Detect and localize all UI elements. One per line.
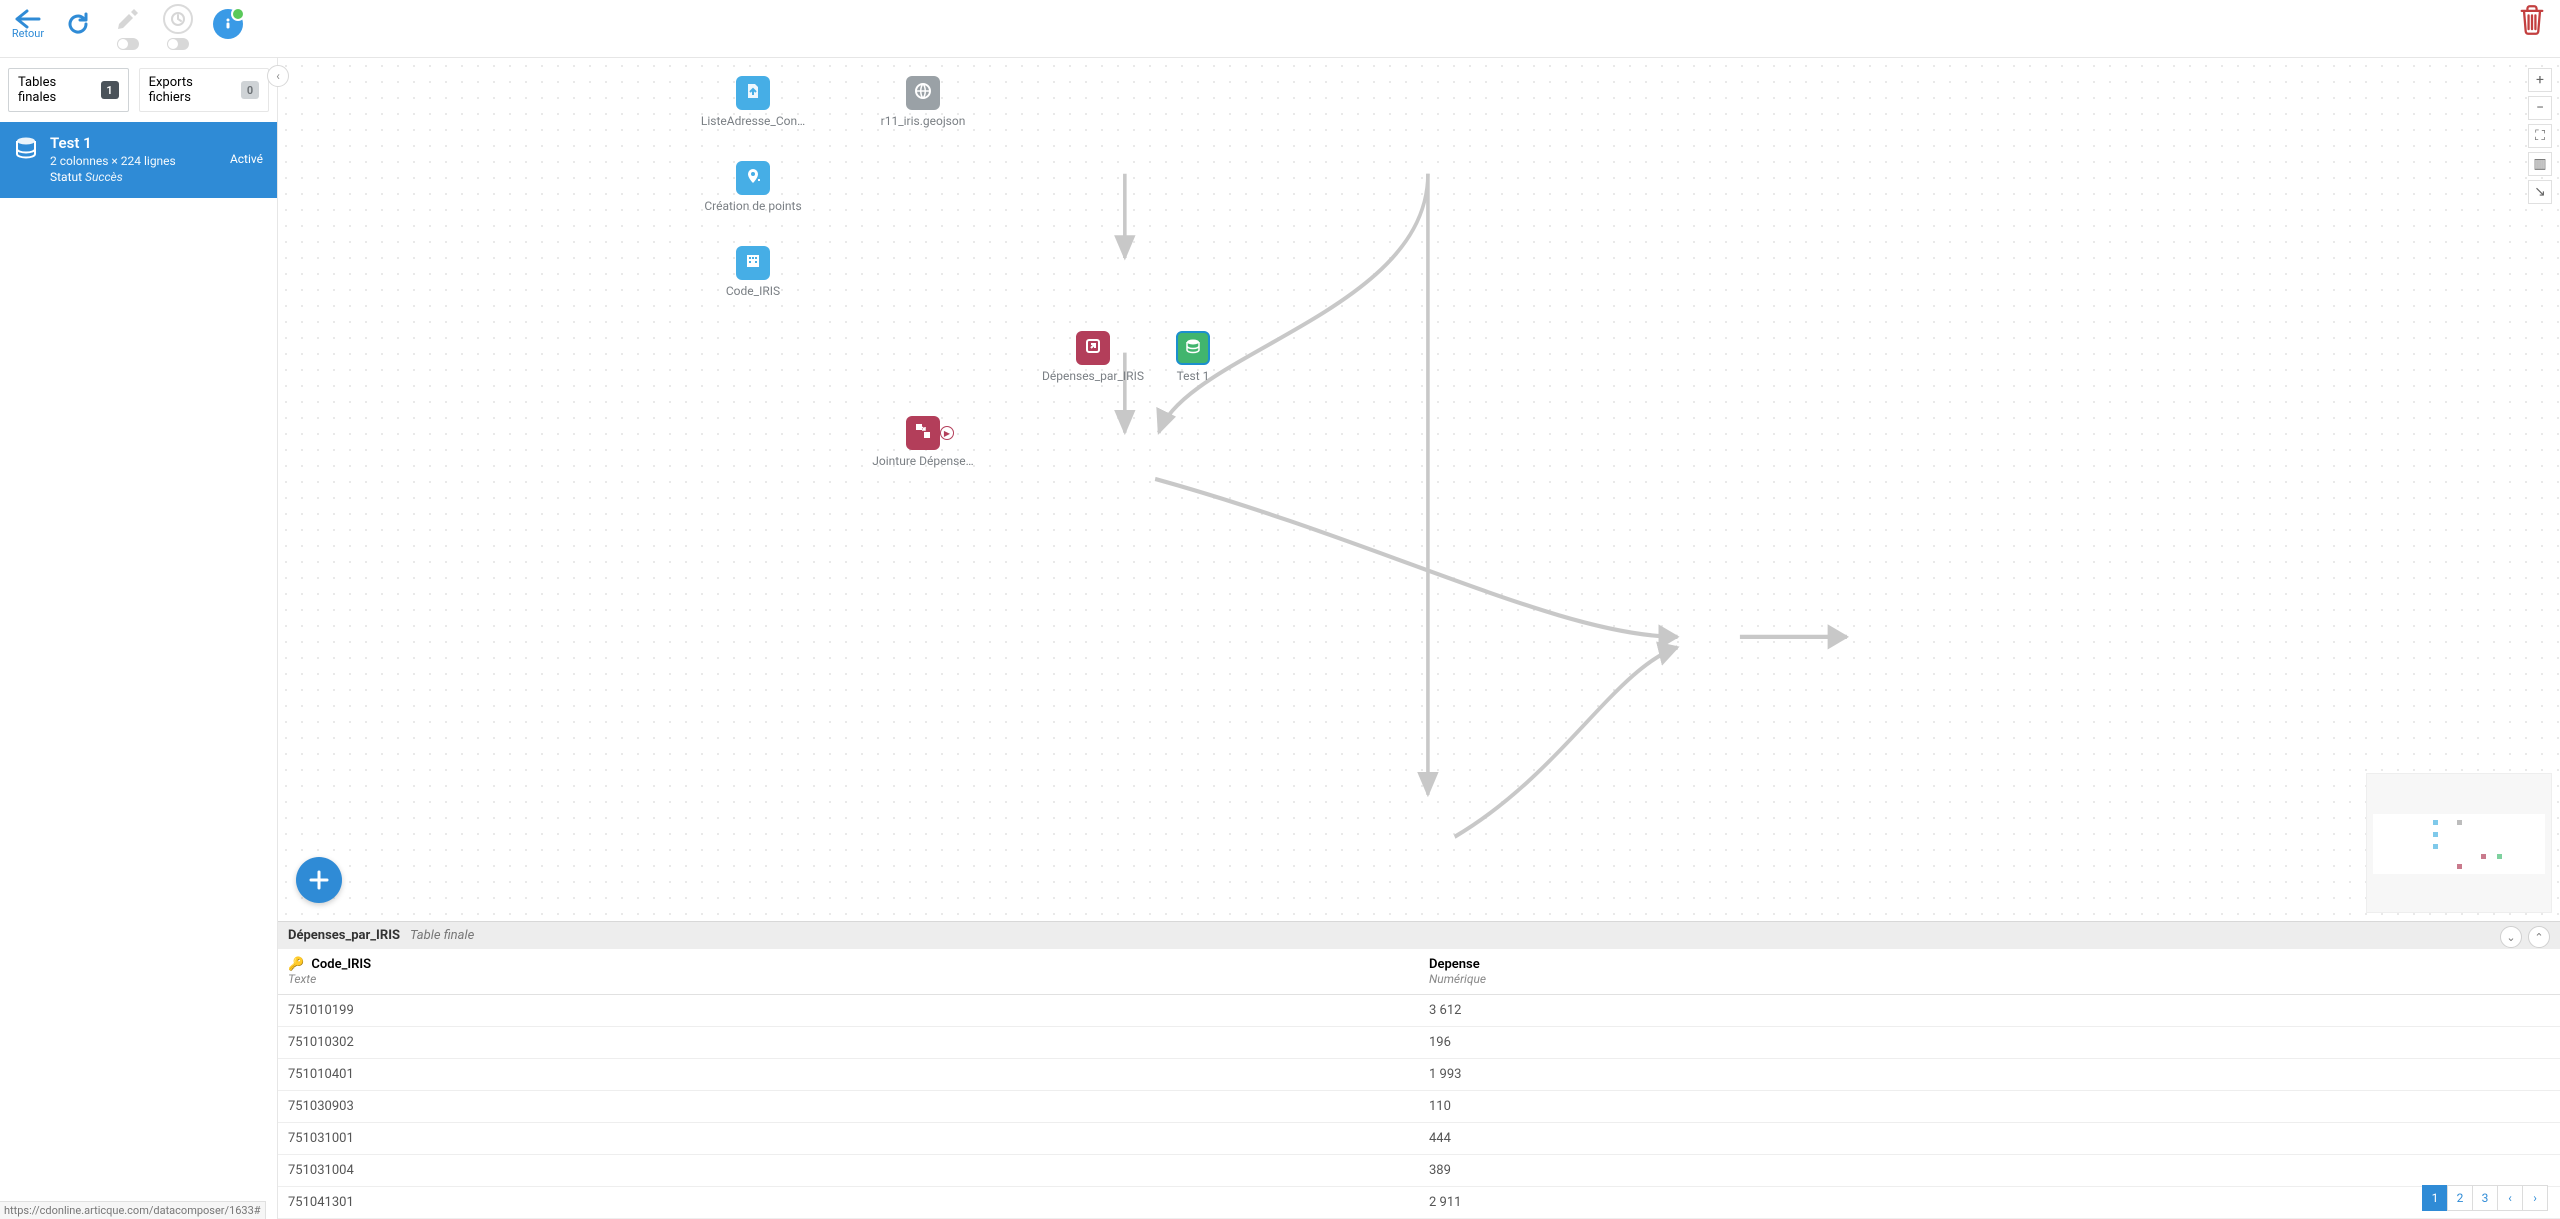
status-url: https://cdonline.articque.com/datacompos… [0, 1201, 266, 1219]
col-depense-name: Depense [1429, 957, 1480, 972]
page-3-button[interactable]: 3 [2472, 1185, 2498, 1211]
cell-depense: 196 [1419, 1027, 2560, 1059]
database-icon [12, 134, 40, 162]
cell-depense: 3 612 [1419, 995, 2560, 1027]
export-icon [1084, 337, 1102, 359]
info-icon [213, 9, 243, 39]
tab-exports-fichiers-count: 0 [241, 81, 259, 99]
cell-code-iris: 751010401 [278, 1059, 1419, 1091]
back-button[interactable]: Retour [8, 4, 48, 44]
node-test1-label: Test 1 [1123, 369, 1263, 383]
zoom-in-button[interactable]: + [2528, 68, 2552, 92]
page-next-button[interactable]: › [2522, 1185, 2548, 1211]
fullscreen-button[interactable]: ⛶ [2528, 124, 2552, 148]
play-icon[interactable]: ▶ [940, 426, 954, 440]
sidebar: Tables finales 1 Exports fichiers 0 Test… [0, 58, 278, 1219]
node-r11-iris[interactable] [906, 76, 940, 110]
table-row[interactable]: 751010302196 [278, 1027, 2560, 1059]
cell-depense: 1 993 [1419, 1059, 2560, 1091]
page-1-button[interactable]: 1 [2422, 1185, 2448, 1211]
minimap-viewport [2373, 814, 2545, 874]
node-code-iris-label: Code_IRIS [683, 284, 823, 298]
panel-expand-up-button[interactable]: ⌃ [2528, 926, 2550, 948]
sidebar-item-dims: 2 colonnes × 224 lignes [50, 154, 220, 168]
data-table: 🔑 Code_IRIS Texte Depense Numérique 7510… [278, 949, 2560, 1219]
col-code-iris-type: Texte [288, 972, 1409, 986]
globe-icon [914, 82, 932, 104]
cell-depense: 389 [1419, 1155, 2560, 1187]
eyedropper-button[interactable] [108, 4, 148, 34]
minimap[interactable] [2366, 773, 2552, 913]
cell-code-iris: 751031004 [278, 1155, 1419, 1187]
node-test1[interactable] [1176, 331, 1210, 365]
trash-button[interactable] [2518, 4, 2546, 40]
panel-collapse-down-button[interactable]: ⌄ [2500, 926, 2522, 948]
cell-code-iris: 751010199 [278, 995, 1419, 1027]
node-depenses[interactable] [1076, 331, 1110, 365]
cell-code-iris: 751010302 [278, 1027, 1419, 1059]
refresh-button[interactable] [58, 4, 98, 44]
map-pin-plus-icon [744, 167, 762, 189]
minimap-toggle-button[interactable]: ▥ [2528, 152, 2552, 176]
tab-tables-finales[interactable]: Tables finales 1 [8, 68, 129, 112]
sidebar-item-title: Test 1 [50, 134, 220, 152]
node-creation-points[interactable] [736, 161, 770, 195]
clock-button[interactable] [158, 4, 198, 34]
table-row[interactable]: 751031001444 [278, 1123, 2560, 1155]
cell-code-iris: 751041301 [278, 1187, 1419, 1219]
cell-depense: 2 911 [1419, 1187, 2560, 1219]
cell-code-iris: 751030903 [278, 1091, 1419, 1123]
col-code-iris-name: Code_IRIS [311, 957, 371, 972]
page-2-button[interactable]: 2 [2447, 1185, 2473, 1211]
info-button[interactable] [208, 4, 248, 44]
workflow-canvas[interactable]: ListeAdresse_Con… r11_iris.geojson [278, 58, 2560, 921]
data-panel: Dépenses_par_IRIS Table finale ⌄ ⌃ 🔑 Cod… [278, 921, 2560, 1219]
sidebar-collapse-button[interactable]: ‹ [267, 65, 289, 87]
node-jointure-label: Jointure Dépense… [853, 454, 993, 468]
sidebar-item-test1[interactable]: Test 1 2 colonnes × 224 lignes Statut Su… [0, 122, 277, 198]
node-code-iris[interactable] [736, 246, 770, 280]
node-jointure[interactable]: ▶ [906, 416, 940, 450]
page-prev-button[interactable]: ‹ [2497, 1185, 2523, 1211]
panel-title: Dépenses_par_IRIS [288, 928, 400, 943]
sidebar-item-state: Activé [230, 152, 263, 166]
table-row[interactable]: 7510413012 911 [278, 1187, 2560, 1219]
add-node-button[interactable] [296, 857, 342, 903]
node-creation-points-label: Création de points [683, 199, 823, 213]
tab-tables-finales-label: Tables finales [18, 75, 95, 105]
cell-depense: 444 [1419, 1123, 2560, 1155]
cell-depense: 110 [1419, 1091, 2560, 1123]
node-r11-iris-label: r11_iris.geojson [853, 114, 993, 128]
table-row[interactable]: 751030903110 [278, 1091, 2560, 1123]
tab-exports-fichiers-label: Exports fichiers [149, 75, 235, 105]
data-panel-header: Dépenses_par_IRIS Table finale ⌄ ⌃ [278, 922, 2560, 949]
tab-tables-finales-count: 1 [101, 81, 119, 99]
clock-toggle[interactable] [167, 38, 189, 50]
col-depense-type: Numérique [1429, 972, 2550, 986]
node-listeadresse-label: ListeAdresse_Con… [683, 114, 823, 128]
fit-button[interactable]: ↘ [2528, 180, 2552, 204]
clock-icon [163, 4, 193, 34]
file-upload-icon [744, 82, 762, 104]
tab-exports-fichiers[interactable]: Exports fichiers 0 [139, 68, 269, 112]
zoom-out-button[interactable]: − [2528, 96, 2552, 120]
database-icon [1184, 337, 1202, 359]
table-row[interactable]: 7510104011 993 [278, 1059, 2560, 1091]
panel-subtitle: Table finale [410, 928, 474, 943]
merge-icon [914, 422, 932, 444]
back-label: Retour [12, 27, 44, 40]
toolbar: Retour [0, 0, 2560, 58]
key-icon: 🔑 [288, 957, 304, 972]
eyedropper-toggle[interactable] [117, 38, 139, 50]
building-icon [744, 252, 762, 274]
node-listeadresse[interactable] [736, 76, 770, 110]
pagination: 1 2 3 ‹ › [2423, 1185, 2548, 1211]
table-row[interactable]: 751031004389 [278, 1155, 2560, 1187]
cell-code-iris: 751031001 [278, 1123, 1419, 1155]
sidebar-item-status: Statut Succès [50, 170, 220, 184]
table-row[interactable]: 7510101993 612 [278, 995, 2560, 1027]
